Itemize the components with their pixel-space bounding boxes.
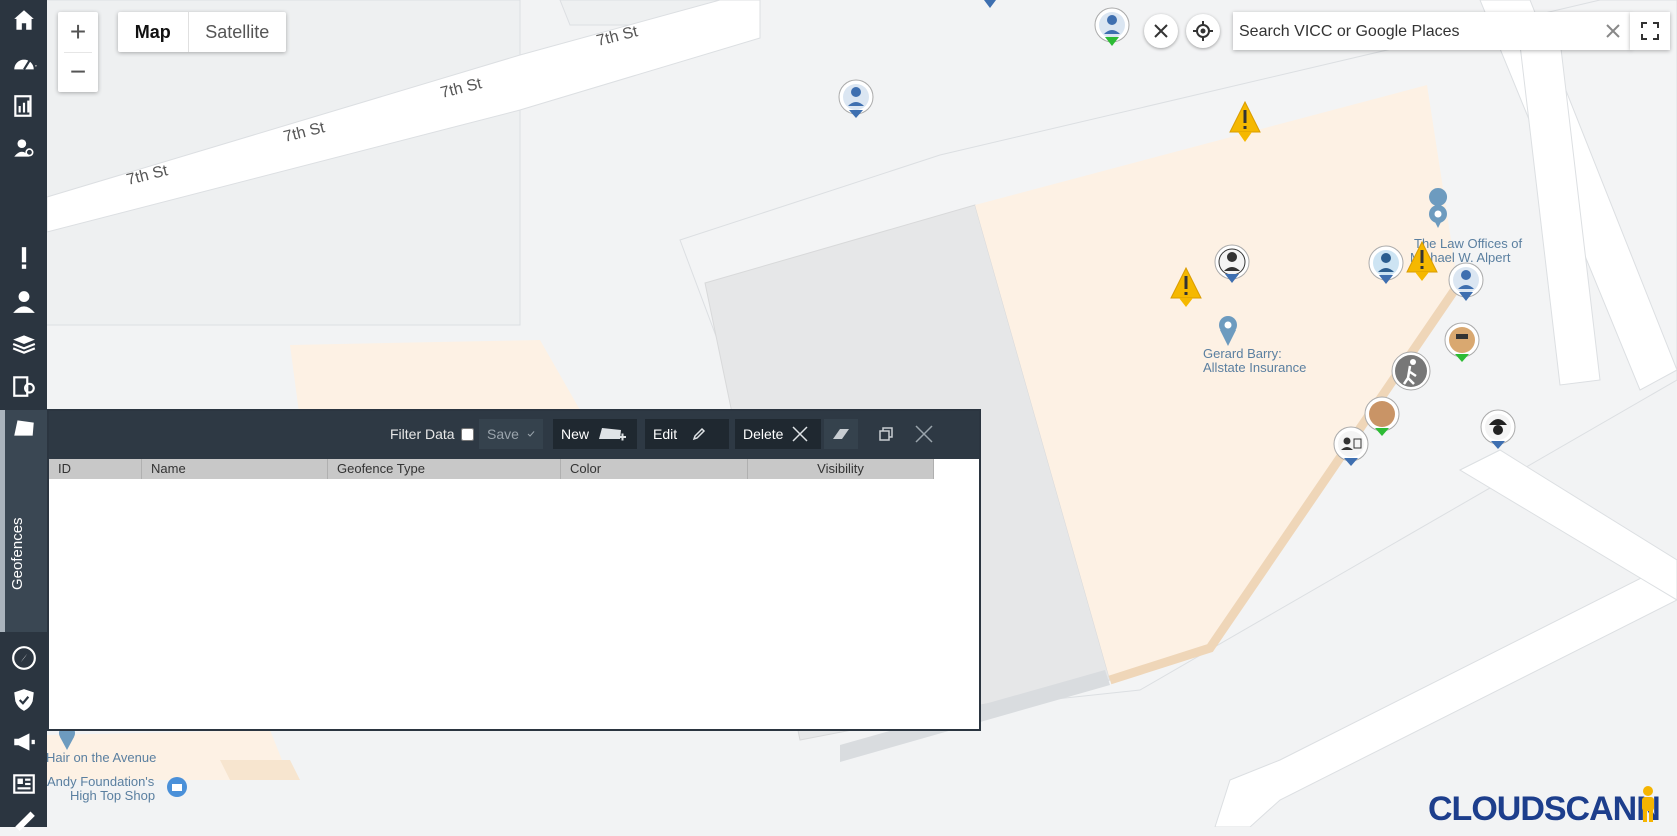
- pencil-icon: [692, 427, 706, 441]
- crosshair-icon: [1193, 21, 1213, 41]
- cloudscann-logo: CLOUDSCANN: [1428, 790, 1661, 828]
- restore-window-icon: [879, 427, 893, 441]
- delete-x-icon: [792, 426, 808, 442]
- new-label: New: [561, 426, 590, 442]
- column-header-name[interactable]: Name: [142, 459, 328, 479]
- panel-toolbar: Filter Data Save New Edit Delete: [49, 411, 979, 459]
- edit-geofence-button[interactable]: Edit: [645, 419, 729, 449]
- delete-label: Delete: [743, 426, 784, 442]
- place-label: The Law Offices of: [1414, 236, 1523, 251]
- delete-geofence-button[interactable]: Delete: [735, 419, 821, 449]
- geofence-panel: Filter Data Save New Edit Delete ID Name…: [47, 409, 981, 731]
- save-button[interactable]: Save: [479, 419, 543, 449]
- column-header-id[interactable]: ID: [49, 459, 142, 479]
- shop-pin-icon: [167, 777, 187, 797]
- place-label: Andy Foundation's: [47, 774, 155, 789]
- reports-icon[interactable]: [0, 88, 47, 124]
- my-location-button[interactable]: [1186, 14, 1220, 48]
- eraser-icon: [833, 429, 849, 439]
- left-sidebar: Geofences: [0, 0, 47, 831]
- place-label: High Top Shop: [70, 788, 155, 803]
- layers-icon[interactable]: [0, 326, 47, 362]
- table-header: ID Name Geofence Type Color Visibility: [49, 459, 934, 479]
- home-icon[interactable]: [0, 2, 47, 38]
- user-search-icon[interactable]: [0, 130, 47, 166]
- map-type-map-button[interactable]: Map: [118, 12, 189, 52]
- close-icon: [1154, 24, 1168, 38]
- place-label: Allstate Insurance: [1203, 360, 1306, 375]
- zoom-in-button[interactable]: +: [58, 12, 98, 52]
- fullscreen-button[interactable]: [1630, 12, 1670, 50]
- shield-check-icon[interactable]: [0, 682, 47, 718]
- table-body: [49, 479, 979, 729]
- map-type-satellite-button[interactable]: Satellite: [189, 12, 286, 52]
- compass-icon[interactable]: [0, 640, 47, 676]
- fullscreen-icon: [1641, 22, 1659, 40]
- alert-icon[interactable]: [0, 240, 47, 276]
- new-geofence-button[interactable]: New: [553, 419, 637, 449]
- undock-panel-button[interactable]: [871, 419, 901, 449]
- close-icon: [915, 425, 933, 443]
- person-icon[interactable]: [0, 284, 47, 320]
- megaphone-icon[interactable]: [0, 724, 47, 760]
- news-icon[interactable]: [0, 766, 47, 802]
- place-label: Hair on the Avenue: [46, 750, 156, 765]
- zoom-control: + −: [58, 12, 98, 92]
- filter-data-control: Filter Data: [390, 419, 474, 449]
- dashboard-icon[interactable]: [0, 46, 47, 82]
- filter-data-label: Filter Data: [390, 426, 455, 442]
- column-header-geofence-type[interactable]: Geofence Type: [328, 459, 561, 479]
- check-icon: [527, 431, 535, 437]
- street-view-pegman-icon[interactable]: [1636, 784, 1660, 824]
- running-person-marker-icon: [1391, 351, 1431, 391]
- clear-map-button[interactable]: [1144, 14, 1178, 48]
- edit-label: Edit: [653, 426, 678, 442]
- filter-data-checkbox[interactable]: [460, 427, 474, 441]
- place-label: Gerard Barry:: [1203, 346, 1282, 361]
- search-box: [1233, 12, 1631, 50]
- close-panel-button[interactable]: [909, 419, 939, 449]
- column-header-color[interactable]: Color: [561, 459, 748, 479]
- search-input[interactable]: [1237, 16, 1601, 48]
- map-type-control: Map Satellite: [118, 12, 286, 52]
- search-clear-icon[interactable]: [1603, 21, 1623, 41]
- clear-drawing-button[interactable]: [824, 419, 858, 449]
- geofence-tab-label: Geofences: [9, 517, 26, 590]
- tag-icon[interactable]: [0, 800, 47, 836]
- add-shape-icon: [599, 428, 627, 441]
- column-header-visibility[interactable]: Visibility: [748, 459, 934, 479]
- zoom-out-button[interactable]: −: [58, 52, 98, 92]
- save-label: Save: [487, 426, 519, 442]
- geofence-icon[interactable]: [0, 410, 47, 446]
- building-location-icon[interactable]: [0, 368, 47, 404]
